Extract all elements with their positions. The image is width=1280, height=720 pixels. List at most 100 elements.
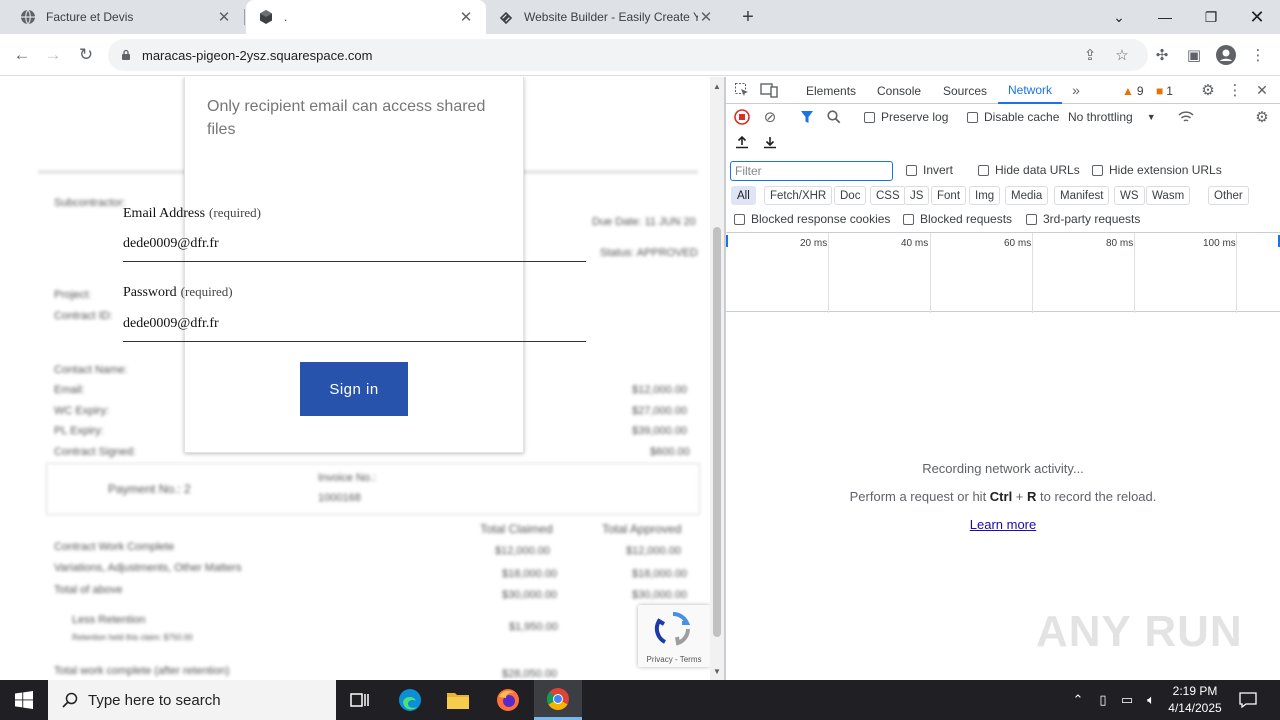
third-party-checkbox[interactable]: 3rd-party requests <box>1026 212 1140 226</box>
profile-avatar-icon[interactable] <box>1213 42 1239 68</box>
checkbox-box[interactable] <box>967 111 978 123</box>
tab-active[interactable]: . ✕ <box>246 0 486 34</box>
inspect-element-icon[interactable] <box>733 81 751 99</box>
filter-funnel-icon[interactable] <box>798 108 816 126</box>
device-toolbar-icon[interactable] <box>760 81 778 99</box>
start-button[interactable] <box>0 680 48 720</box>
taskbar-search-box[interactable]: Type here to search <box>48 680 336 720</box>
export-har-download-icon[interactable] <box>761 133 779 151</box>
invert-checkbox[interactable]: Invert <box>906 163 953 177</box>
type-filter-wasm[interactable]: Wasm <box>1146 186 1191 205</box>
hide-data-urls-checkbox[interactable]: Hide data URLs <box>978 163 1080 177</box>
devtools-tab-elements[interactable]: Elements <box>806 77 856 104</box>
type-filter-ws[interactable]: WS <box>1114 186 1145 205</box>
restore-button[interactable]: ❐ <box>1188 0 1234 34</box>
tab-website-builder[interactable]: Website Builder - Easily Create Yo ✕ <box>486 0 726 34</box>
scroll-up-icon[interactable]: ▲ <box>710 79 724 93</box>
tab-search-icon[interactable]: ⌄ <box>1096 0 1142 34</box>
address-bar[interactable]: maracas-pigeon-2ysz.squarespace.com <box>108 39 1148 71</box>
sign-in-button[interactable]: Sign in <box>300 362 408 416</box>
menu-kebab-icon[interactable]: ⋮ <box>1245 42 1271 68</box>
network-settings-gear-icon[interactable]: ⚙ <box>1253 108 1271 126</box>
learn-more-link[interactable]: Learn more <box>726 517 1280 532</box>
forward-button[interactable]: → <box>40 42 66 68</box>
network-conditions-wifi-icon[interactable] <box>1177 108 1195 126</box>
network-filter-input[interactable]: Filter <box>730 161 893 181</box>
devtools-menu-kebab-icon[interactable]: ⋮ <box>1226 81 1244 99</box>
checkbox-box[interactable] <box>978 164 989 176</box>
volume-tray-icon[interactable]: 🔈︎ <box>1140 680 1162 720</box>
close-tab-icon[interactable]: ✕ <box>698 9 714 26</box>
doc-header: Total Claimed <box>480 522 553 536</box>
reload-button[interactable]: ↻ <box>73 42 99 68</box>
devtools-tab-console[interactable]: Console <box>877 77 921 104</box>
edge-browser-icon[interactable] <box>386 680 434 720</box>
side-panel-icon[interactable]: ▣ <box>1181 42 1207 68</box>
show-hidden-icons-chevron[interactable]: ⌃ <box>1068 680 1088 720</box>
throttling-select[interactable]: No throttling ▼ <box>1068 110 1156 124</box>
new-tab-button[interactable]: + <box>736 5 760 29</box>
checkbox-box[interactable] <box>906 164 917 176</box>
taskbar-clock[interactable]: 2:19 PM 4/14/2025 <box>1160 683 1230 717</box>
type-filter-doc[interactable]: Doc <box>834 186 867 205</box>
clear-icon[interactable]: ⊘ <box>761 108 779 126</box>
task-view-icon[interactable] <box>336 680 384 720</box>
devtools-tab-sources[interactable]: Sources <box>943 77 987 104</box>
type-filter-manifest[interactable]: Manifest <box>1054 186 1110 205</box>
blocked-requests-checkbox[interactable]: Blocked requests <box>903 212 1012 226</box>
invert-label: Invert <box>923 163 954 177</box>
preserve-log-checkbox[interactable]: Preserve log <box>864 110 948 124</box>
type-filter-font[interactable]: Font <box>931 186 967 205</box>
issues-badge[interactable]: ■ 1 <box>1156 82 1173 100</box>
extensions-icon[interactable]: ✣ <box>1149 42 1175 68</box>
type-filter-js[interactable]: JS <box>904 186 930 205</box>
network-timeline-overview[interactable]: 20 ms 40 ms 60 ms 80 ms 100 ms <box>726 232 1280 313</box>
doc-label: Payment No.: 2 <box>108 482 191 496</box>
tab-facture[interactable]: Facture et Devis ✕ <box>8 0 244 34</box>
blocked-cookies-checkbox[interactable]: Blocked response cookies <box>734 212 890 226</box>
type-filter-fetch-xhr[interactable]: Fetch/XHR <box>764 186 833 205</box>
type-filter-other[interactable]: Other <box>1208 186 1249 205</box>
hide-extension-urls-checkbox[interactable]: Hide extension URLs <box>1092 163 1222 177</box>
bookmark-star-icon[interactable]: ☆ <box>1109 42 1135 68</box>
scroll-down-icon[interactable]: ▼ <box>710 664 724 678</box>
devtools-tab-network[interactable]: Network <box>998 77 1063 104</box>
disable-cache-checkbox[interactable]: Disable cache <box>967 110 1059 124</box>
warnings-badge[interactable]: ▲ 9 <box>1122 82 1144 100</box>
close-tab-icon[interactable]: ✕ <box>458 9 474 26</box>
doc-line-label: Contract Work Complete <box>54 541 175 553</box>
chrome-icon[interactable] <box>534 680 582 720</box>
notifications-icon[interactable] <box>1234 680 1262 720</box>
timeline-left-handle[interactable] <box>726 235 728 247</box>
search-icon[interactable] <box>825 108 843 126</box>
recaptcha-links[interactable]: Privacy - Terms <box>638 655 710 664</box>
checkbox-box[interactable] <box>734 213 745 225</box>
password-field[interactable]: dede0009@dfr.fr <box>123 316 586 342</box>
file-explorer-icon[interactable] <box>434 680 482 720</box>
back-button[interactable]: ← <box>9 42 35 68</box>
more-tabs-chevron-icon[interactable]: » <box>1067 81 1085 99</box>
recaptcha-badge[interactable]: Privacy - Terms <box>638 605 710 667</box>
checkbox-box[interactable] <box>864 111 875 123</box>
close-window-button[interactable]: ✕ <box>1234 0 1280 34</box>
record-stop-icon[interactable] <box>733 108 751 126</box>
checkbox-box[interactable] <box>1092 164 1103 176</box>
email-field[interactable]: dede0009@dfr.fr <box>123 236 586 262</box>
type-filter-img[interactable]: Img <box>969 186 1001 205</box>
device-tray-icon[interactable]: ▯ <box>1092 680 1114 720</box>
close-devtools-icon[interactable]: ✕ <box>1253 81 1271 99</box>
share-icon[interactable]: ⇪ <box>1077 42 1103 68</box>
page-scrollbar[interactable]: ▲ ▼ <box>710 77 724 680</box>
type-filter-css[interactable]: CSS <box>870 186 906 205</box>
type-filter-media[interactable]: Media <box>1005 186 1049 205</box>
firefox-icon[interactable] <box>484 680 532 720</box>
type-filter-all[interactable]: All <box>731 186 756 205</box>
settings-gear-icon[interactable]: ⚙ <box>1199 81 1217 99</box>
import-har-upload-icon[interactable] <box>733 133 751 151</box>
close-tab-icon[interactable]: ✕ <box>216 9 232 26</box>
checkbox-box[interactable] <box>1026 213 1037 225</box>
minimize-button[interactable]: — <box>1142 0 1188 34</box>
checkbox-box[interactable] <box>903 213 914 225</box>
network-tray-icon[interactable]: ▭ <box>1116 680 1138 720</box>
scrollbar-thumb[interactable] <box>713 227 721 637</box>
